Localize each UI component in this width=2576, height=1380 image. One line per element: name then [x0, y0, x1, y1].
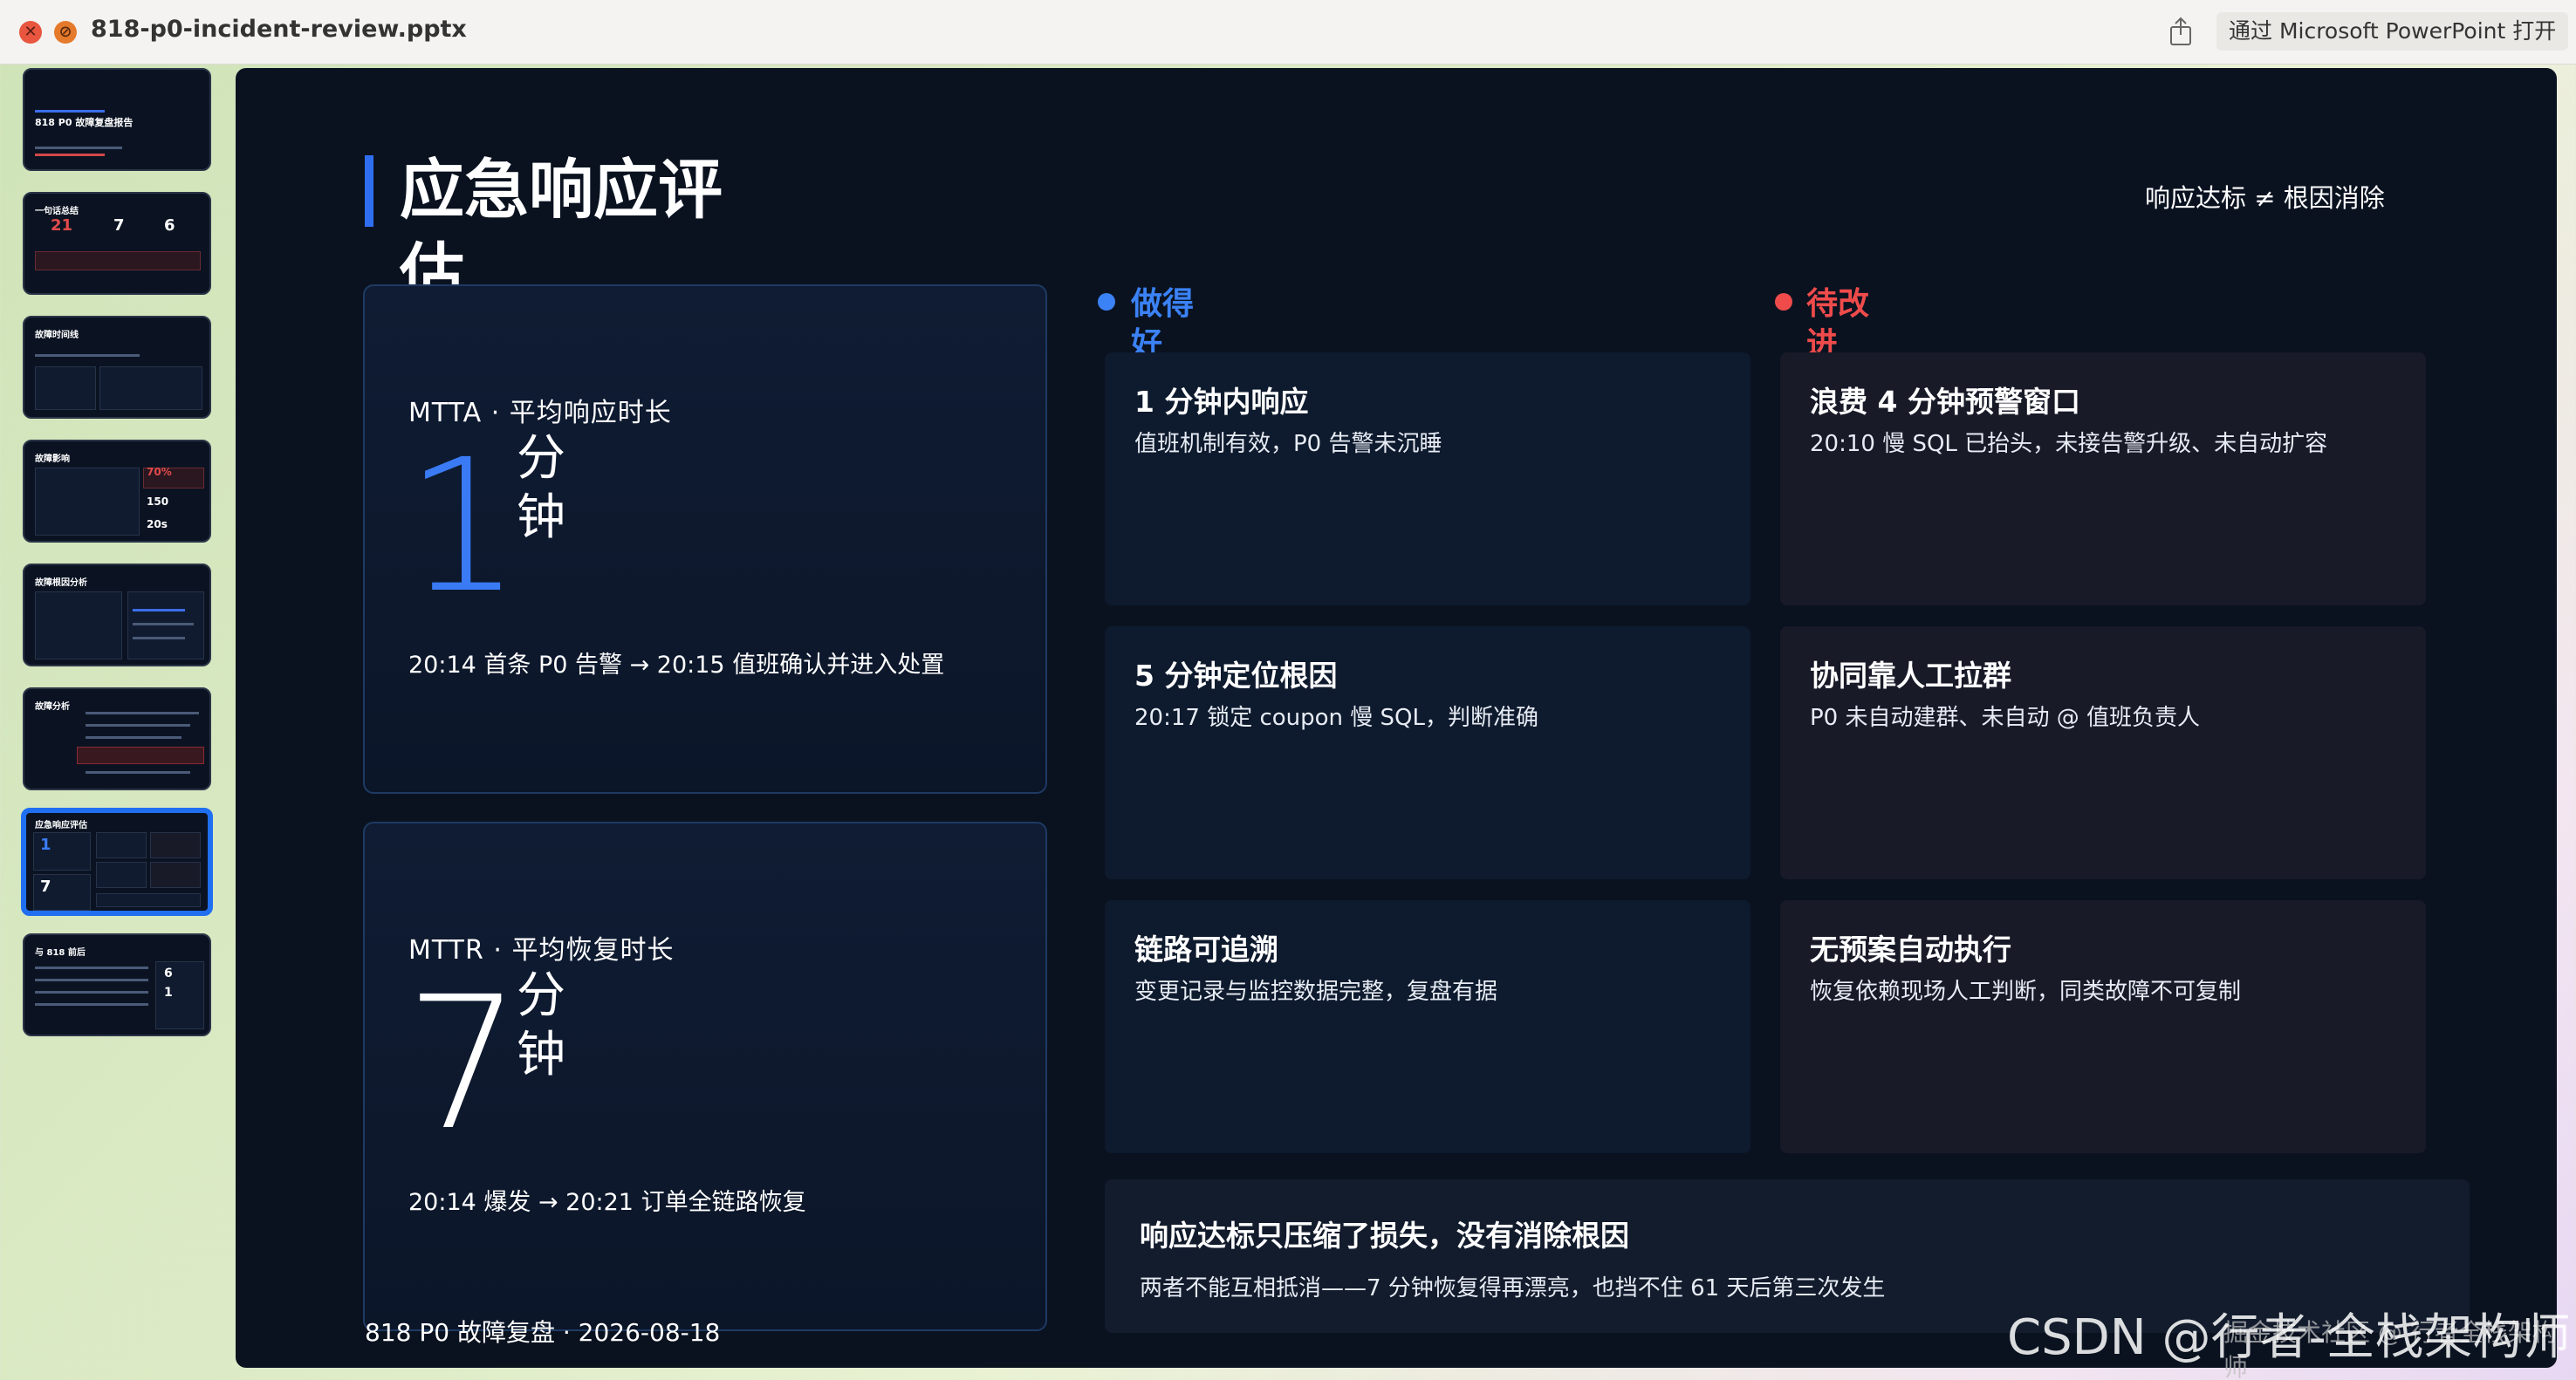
open-in-powerpoint-button[interactable]: 通过 Microsoft PowerPoint 打开: [2216, 12, 2569, 51]
thumbnail-title: 故障影响: [35, 454, 70, 464]
thumbnail-number: 7: [113, 216, 125, 235]
thumbnail-title: 故障时间线: [35, 331, 79, 340]
mttr-unit: 分钟: [517, 967, 565, 1083]
bad-item-title: 协同靠人工拉群: [1810, 659, 2011, 693]
thumbnail-title: 故障根因分析: [35, 578, 87, 588]
slide-thumbnail-1[interactable]: 818 P0 故障复盘报告: [23, 68, 211, 171]
good-item-desc: 变更记录与监控数据完整，复盘有据: [1134, 979, 1498, 1005]
thumbnail-number: 21: [51, 216, 73, 235]
thumbnail-number: 150: [147, 495, 169, 508]
nosign-icon[interactable]: ⊘: [54, 21, 77, 44]
thumbnail-number: 70%: [147, 466, 172, 478]
mtta-card: MTTA · 平均响应时长 1 分钟 20:14 首条 P0 告警 → 20:1…: [363, 284, 1047, 794]
good-item-desc: 值班机制有效，P0 告警未沉睡: [1134, 431, 1442, 457]
title-accent-bar: [365, 155, 373, 227]
slide-tagline: 响应达标 ≠ 根因消除: [2145, 183, 2385, 213]
thumbnail-number: 1: [164, 986, 173, 1000]
thumbnail-number: 6: [164, 216, 175, 235]
mttr-card: MTTR · 平均恢复时长 7 分钟 20:14 爆发 → 20:21 订单全链…: [363, 822, 1047, 1331]
slide-footer: 818 P0 故障复盘 · 2026-08-18: [365, 1318, 721, 1347]
watermark: CSDN @行者-全栈架构师: [2007, 1309, 2571, 1366]
slide-canvas: 应急响应评估 响应达标 ≠ 根因消除 MTTA · 平均响应时长 1 分钟 20…: [236, 68, 2557, 1368]
bad-item-card: 无预案自动执行 恢复依赖现场人工判断，同类故障不可复制: [1780, 900, 2426, 1153]
mtta-desc: 20:14 首条 P0 告警 → 20:15 值班确认并进入处置: [408, 652, 945, 679]
title-bar: ✕ ⊘ 818-p0-incident-review.pptx 通过 Micro…: [0, 0, 2576, 65]
thumbnail-number: 6: [164, 967, 173, 980]
slide-thumbnail-7[interactable]: 应急响应评估 1 7: [21, 808, 213, 916]
bad-item-desc: 恢复依赖现场人工判断，同类故障不可复制: [1810, 979, 2242, 1005]
mtta-unit: 分钟: [517, 430, 565, 546]
slide-thumbnail-8[interactable]: 与 818 前后 6 1: [23, 933, 211, 1036]
mttr-desc: 20:14 爆发 → 20:21 订单全链路恢复: [408, 1189, 806, 1216]
good-item-card: 1 分钟内响应 值班机制有效，P0 告警未沉睡: [1105, 352, 1750, 605]
good-item-title: 1 分钟内响应: [1134, 385, 1309, 419]
mtta-value: 1: [405, 420, 522, 633]
conclusion-title: 响应达标只压缩了损失，没有消除根因: [1140, 1219, 1629, 1253]
good-item-desc: 20:17 锁定 coupon 慢 SQL，判断准确: [1134, 705, 1539, 731]
thumbnail-number: 1: [40, 836, 51, 854]
file-name: 818-p0-incident-review.pptx: [91, 16, 467, 43]
thumbnail-title: 818 P0 故障复盘报告: [35, 117, 134, 128]
slide-thumbnail-4[interactable]: 故障影响 70% 150 20s: [23, 440, 211, 543]
good-item-card: 5 分钟定位根因 20:17 锁定 coupon 慢 SQL，判断准确: [1105, 626, 1750, 879]
good-item-title: 5 分钟定位根因: [1134, 659, 1338, 693]
slide-thumbnail-3[interactable]: 故障时间线: [23, 316, 211, 419]
mttr-value: 7: [405, 957, 522, 1171]
slide-thumbnail-6[interactable]: 故障分析: [23, 687, 211, 790]
conclusion-desc: 两者不能互相抵消——7 分钟恢复得再漂亮，也挡不住 61 天后第三次发生: [1140, 1275, 1886, 1301]
thumbnail-number: 7: [40, 878, 51, 896]
slide-thumbnail-5[interactable]: 故障根因分析: [23, 564, 211, 666]
slide-thumbnail-2[interactable]: 一句话总结 21 7 6: [23, 192, 211, 295]
share-icon[interactable]: [2168, 16, 2194, 47]
close-icon[interactable]: ✕: [19, 21, 42, 44]
bad-dot-icon: [1775, 293, 1792, 311]
good-item-card: 链路可追溯 变更记录与监控数据完整，复盘有据: [1105, 900, 1750, 1153]
thumbnail-title: 应急响应评估: [35, 821, 87, 830]
bad-item-card: 浪费 4 分钟预警窗口 20:10 慢 SQL 已抬头，未接告警升级、未自动扩容: [1780, 352, 2426, 605]
thumbnail-number: 20s: [147, 518, 168, 530]
thumbnail-title: 与 818 前后: [35, 948, 86, 958]
thumbnail-title: 故障分析: [35, 702, 70, 712]
bad-item-desc: P0 未自动建群、未自动 @ 值班负责人: [1810, 705, 2201, 731]
good-item-title: 链路可追溯: [1134, 933, 1278, 967]
bad-item-title: 浪费 4 分钟预警窗口: [1810, 385, 2080, 419]
bad-item-title: 无预案自动执行: [1810, 933, 2011, 967]
good-dot-icon: [1098, 293, 1115, 311]
bad-item-desc: 20:10 慢 SQL 已抬头，未接告警升级、未自动扩容: [1810, 431, 2328, 457]
bad-item-card: 协同靠人工拉群 P0 未自动建群、未自动 @ 值班负责人: [1780, 626, 2426, 879]
